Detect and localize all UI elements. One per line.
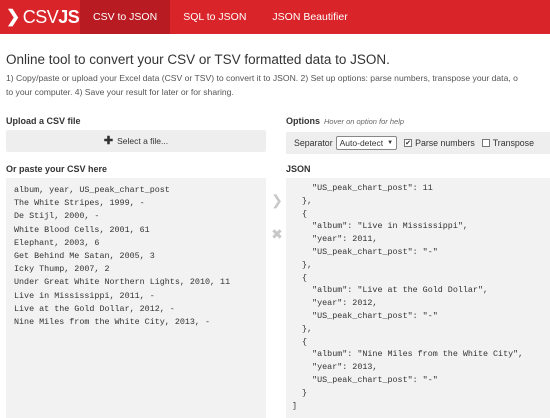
csv-input-heading: Or paste your CSV here	[6, 164, 108, 174]
csv-line: White Blood Cells, 2001, 61	[14, 224, 150, 235]
separator-select[interactable]: Auto-detect ▼	[335, 136, 398, 150]
json-line: {	[292, 336, 308, 347]
options-hint: Hover on option for help	[324, 117, 405, 126]
nav-csv-to-json[interactable]: CSV to JSON	[80, 0, 171, 34]
clear-close-icon[interactable]: ✖	[270, 226, 284, 243]
chevron-right-icon: ❯	[6, 7, 20, 26]
convert-arrow-icon[interactable]: ❯	[270, 192, 284, 209]
options-heading: Options Hover on option for help	[286, 116, 404, 126]
csv-line: Under Great White Northern Lights, 2010,…	[14, 277, 231, 288]
separator-value: Auto-detect	[339, 138, 384, 148]
csv-line: Get Behind Me Satan, 2005, 3	[14, 251, 155, 262]
json-line: },	[292, 259, 313, 270]
json-line: "US_peak_chart_post": "-"	[292, 310, 438, 321]
json-line: "album": "Live in Mississippi",	[292, 221, 468, 232]
csv-line: Elephant, 2003, 6	[14, 237, 100, 248]
csv-line: Live at the Gold Dollar, 2012, -	[14, 303, 175, 314]
brand-csv-text: CSV	[22, 6, 59, 27]
csv-line: Icky Thump, 2007, 2	[14, 264, 110, 275]
transpose-label[interactable]: Transpose	[493, 138, 534, 148]
parse-numbers-label[interactable]: Parse numbers	[415, 138, 475, 148]
select-file-label: Select a file...	[117, 136, 169, 146]
instructions-line-2: to your computer. 4) Save your result fo…	[6, 86, 234, 97]
json-line: "year": 2011,	[292, 234, 378, 245]
transpose-checkbox[interactable]	[481, 139, 490, 147]
options-bar: Separator Auto-detect ▼ ✔ Parse numbers …	[286, 132, 550, 154]
json-line: }	[292, 387, 308, 398]
json-line: "US_peak_chart_post": "-"	[292, 246, 438, 257]
upload-heading: Upload a CSV file	[6, 116, 81, 126]
json-line: ]	[292, 400, 298, 411]
json-line: "album": "Nine Miles from the White City…	[292, 349, 524, 360]
nav-sql-to-json[interactable]: SQL to JSON	[170, 0, 259, 34]
json-line: "year": 2012,	[292, 298, 378, 309]
csv-line: album, year, US_peak_chart_post	[14, 185, 170, 195]
options-title: Options	[286, 116, 320, 126]
json-line: "album": "Live at the Gold Dollar",	[292, 285, 489, 296]
json-line: {	[292, 272, 308, 283]
json-lines: "US_peak_chart_post": 11 }, { "album": "…	[292, 182, 544, 412]
plus-icon: ✚	[103, 134, 114, 147]
csv-line: De Stijl, 2000, -	[14, 211, 100, 222]
json-line: },	[292, 195, 313, 206]
json-line: {	[292, 208, 308, 219]
json-output-heading: JSON	[286, 164, 311, 174]
brand-logo[interactable]: ❯ CSVJSON	[0, 0, 106, 34]
top-navbar: ❯ CSVJSON CSV to JSON SQL to JSON JSON B…	[0, 0, 550, 34]
csv-line: The White Stripes, 1999, -	[14, 198, 145, 209]
nav-json-beautifier[interactable]: JSON Beautifier	[259, 0, 360, 34]
json-line: },	[292, 323, 313, 334]
csv-line: Nine Miles from the White City, 2013, -	[14, 317, 211, 328]
caret-down-icon: ▼	[387, 140, 394, 146]
csv-input-textarea[interactable]: album, year, US_peak_chart_post The White…	[6, 178, 266, 418]
instructions: 1) Copy/paste or upload your Excel data …	[6, 72, 550, 99]
separator-label: Separator	[294, 138, 333, 148]
csv-line: Live in Mississippi, 2011, -	[14, 290, 155, 301]
select-file-button[interactable]: ✚ Select a file...	[6, 130, 266, 152]
json-output-textarea[interactable]: "US_peak_chart_post": 11 }, { "album": "…	[286, 178, 550, 418]
page-headline: Online tool to convert your CSV or TSV f…	[6, 52, 390, 67]
json-line: "US_peak_chart_post": "-"	[292, 374, 438, 385]
json-line: "year": 2013,	[292, 362, 378, 373]
instructions-line-1: 1) Copy/paste or upload your Excel data …	[6, 73, 518, 83]
parse-numbers-checkbox[interactable]: ✔	[404, 139, 413, 147]
json-line: "US_peak_chart_post": 11	[292, 183, 433, 193]
